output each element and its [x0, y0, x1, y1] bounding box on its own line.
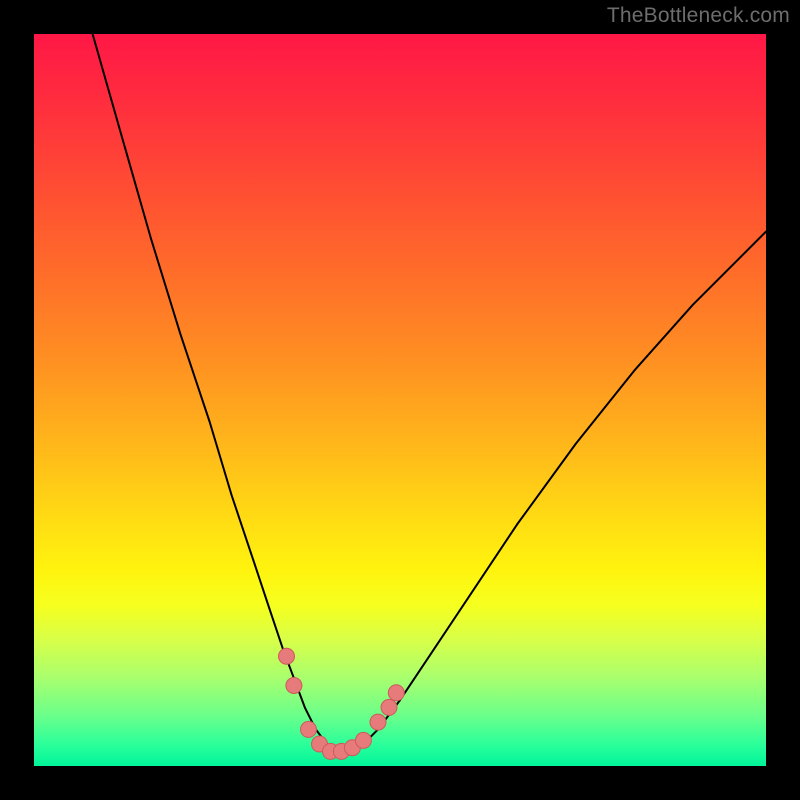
chart-svg: [34, 34, 766, 766]
curve-marker: [370, 714, 386, 730]
curve-marker: [301, 721, 317, 737]
curve-marker: [279, 648, 295, 664]
plot-area: [34, 34, 766, 766]
curve-marker: [388, 685, 404, 701]
curve-markers: [279, 648, 405, 759]
bottleneck-curve: [93, 34, 766, 751]
curve-marker: [286, 678, 302, 694]
watermark-text: TheBottleneck.com: [607, 4, 790, 28]
chart-frame: TheBottleneck.com: [0, 0, 800, 800]
curve-marker: [355, 732, 371, 748]
curve-marker: [381, 699, 397, 715]
